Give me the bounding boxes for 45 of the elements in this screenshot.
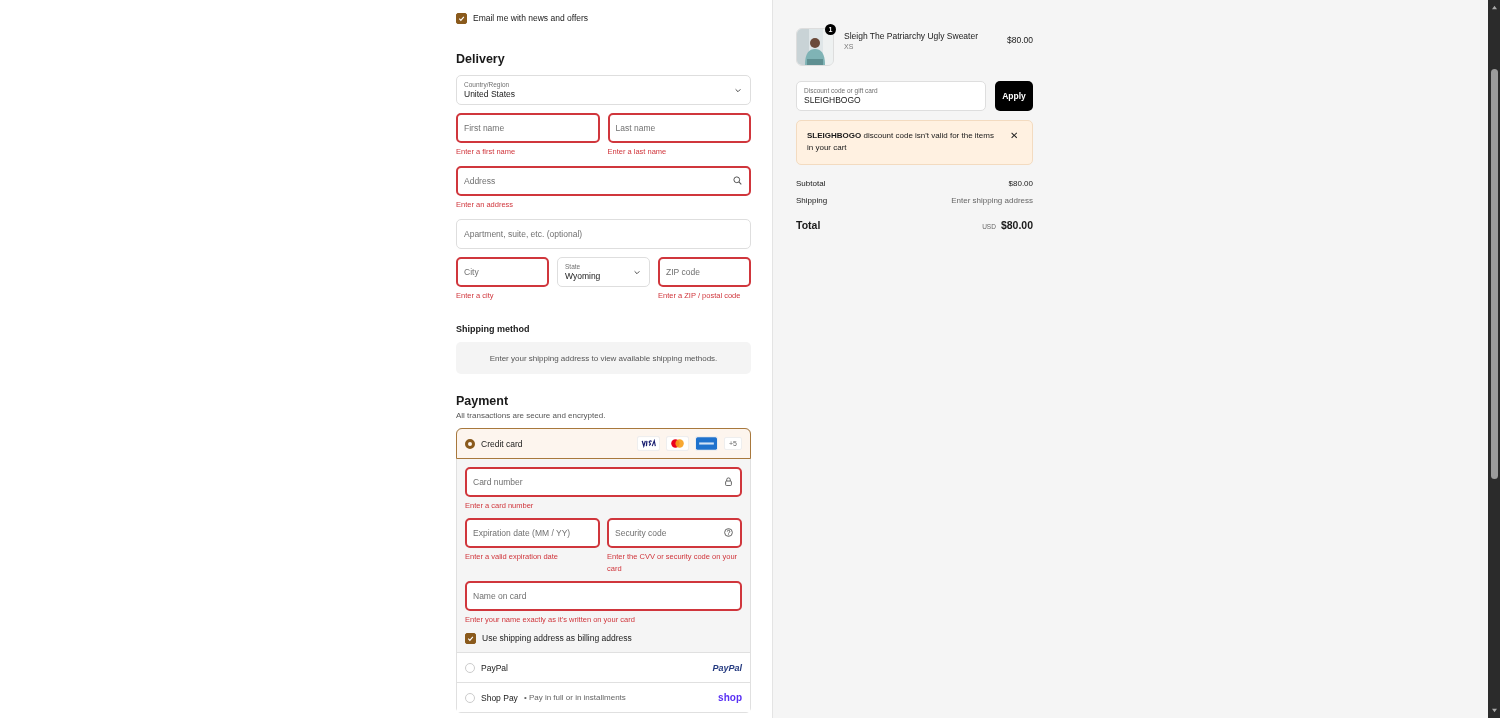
close-button[interactable]: ✕ <box>1010 130 1018 142</box>
amex-logo-icon <box>695 436 718 451</box>
input-field[interactable]: First name <box>456 113 600 143</box>
input-field[interactable]: Name on card <box>465 581 742 611</box>
product-price: $80.00 <box>1007 35 1033 45</box>
scrollbar-thumb[interactable] <box>1490 69 1498 479</box>
shop-pay-logo: shop <box>718 692 742 703</box>
payment-note: • Pay in full or in installments <box>523 693 626 702</box>
alert-message: SLEIGHBOGO discount code isn't valid for the items in your cart <box>807 130 995 154</box>
summary-value: $80.00 <box>1008 179 1033 188</box>
section-heading: Shipping method <box>456 324 531 334</box>
input-field[interactable]: ZIP code <box>658 257 751 287</box>
paypal-logo: PayPal <box>712 662 742 673</box>
shipping-notice: Enter your shipping address to view available shipping methods. <box>456 342 751 374</box>
payment-option[interactable]: Shop Pay • Pay in full or in installments shop <box>457 682 750 712</box>
help-icon[interactable] <box>724 528 733 537</box>
input-field[interactable]: Security code <box>607 518 742 548</box>
radio-button[interactable] <box>465 438 475 449</box>
mastercard-logo-icon <box>666 436 689 451</box>
section-heading: Payment <box>456 394 510 409</box>
summary-label: Subtotal <box>796 179 826 188</box>
summary-value: Enter shipping address <box>951 196 1033 205</box>
input-field[interactable]: Last name <box>607 113 751 143</box>
section-subtitle: All transactions are secure and encrypted. <box>456 411 607 420</box>
checkbox-label: Use shipping address as billing address <box>482 633 632 643</box>
input-field[interactable]: Expiration date (MM / YY) <box>465 518 600 548</box>
summary-label: Shipping <box>796 196 828 205</box>
chevron-icon <box>734 87 742 93</box>
product-name: Sleigh The Patriarchy Ugly Sweater <box>844 30 980 41</box>
checkbox-label: Email me with news and offers <box>473 13 589 23</box>
total-label: Total <box>796 219 821 231</box>
search-icon <box>733 176 742 185</box>
chevron-icon <box>633 269 641 275</box>
input-field[interactable]: City <box>456 257 549 287</box>
input-field[interactable]: Card number <box>465 467 742 497</box>
input-field[interactable]: Address <box>456 166 751 196</box>
lock-icon <box>724 477 733 486</box>
visa-logo-icon <box>637 436 660 451</box>
scroll-down-arrow-icon[interactable] <box>1490 708 1498 713</box>
section-heading: Delivery <box>456 52 506 67</box>
checkbox[interactable] <box>456 12 467 24</box>
checkbox[interactable] <box>465 632 476 644</box>
total-amount: $80.00 <box>1000 219 1033 231</box>
scroll-up-arrow-icon[interactable] <box>1490 5 1498 10</box>
apply-button[interactable]: Apply <box>995 81 1033 111</box>
